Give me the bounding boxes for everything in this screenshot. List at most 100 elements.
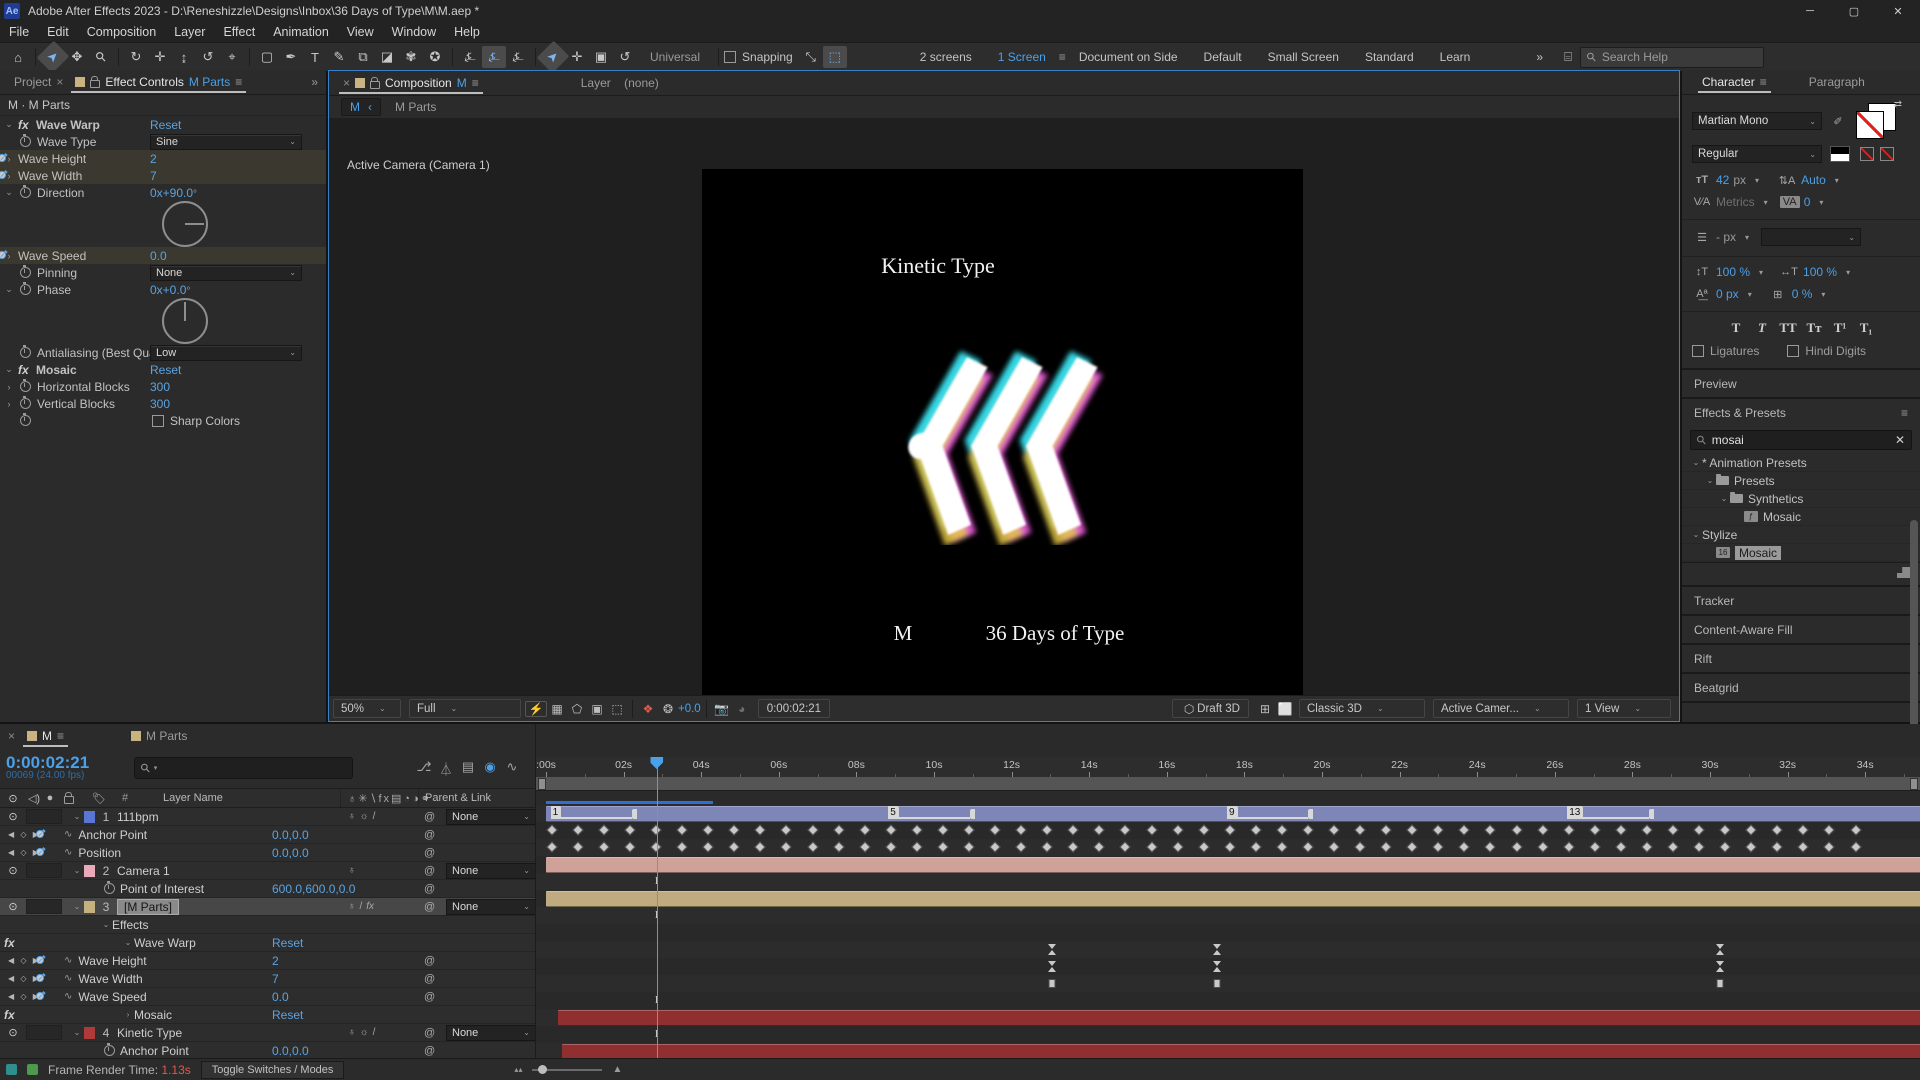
keyframe-diamond[interactable] bbox=[1094, 824, 1105, 835]
layer-switches[interactable]: ♁☼/ bbox=[348, 1027, 375, 1038]
tab-project[interactable]: Project× bbox=[8, 70, 69, 94]
keyframe-diamond[interactable] bbox=[1537, 824, 1548, 835]
keyframe-hold[interactable] bbox=[1716, 961, 1724, 972]
param-dropdown[interactable]: None⌄ bbox=[150, 265, 302, 281]
lock-column-icon[interactable] bbox=[64, 796, 74, 804]
marker-end-flag[interactable] bbox=[1308, 809, 1313, 819]
keyframe-hold[interactable] bbox=[1716, 944, 1724, 955]
rotate-gizmo-icon[interactable]: ↺ bbox=[613, 46, 637, 68]
keyframe-diamond[interactable] bbox=[1850, 841, 1861, 852]
keyframe-diamond[interactable] bbox=[1146, 841, 1157, 852]
keyframe-diamond[interactable] bbox=[1563, 824, 1574, 835]
keyframe-diamond[interactable] bbox=[1693, 841, 1704, 852]
reset-link[interactable]: Reset bbox=[272, 936, 303, 950]
effects-presets-header[interactable]: Effects & Presets≡ bbox=[1682, 399, 1920, 426]
keyframe-diamond[interactable] bbox=[1433, 824, 1444, 835]
layer-duration-bar[interactable] bbox=[546, 857, 1920, 873]
keyframe-diamond[interactable] bbox=[1537, 841, 1548, 852]
keyframe-diamond[interactable] bbox=[1407, 824, 1418, 835]
property-row-anchor-point[interactable]: ◀ ◇ ▶∿Anchor Point0.0,0.0@ bbox=[0, 826, 535, 844]
switch-icon[interactable]: / bbox=[360, 901, 363, 912]
property-name[interactable]: Wave Speed bbox=[78, 990, 146, 1004]
stroke-caret[interactable]: ▾ bbox=[1745, 233, 1749, 242]
new-folder-icon[interactable] bbox=[1897, 567, 1910, 578]
param-horizontal-blocks[interactable]: ›Horizontal Blocks300 bbox=[0, 378, 326, 395]
marker-end-flag[interactable] bbox=[970, 809, 975, 819]
switch-icon[interactable]: ♁ bbox=[348, 865, 356, 876]
current-timecode[interactable]: 0:00:02:21 bbox=[6, 755, 126, 770]
keyframe-diamond[interactable] bbox=[1276, 841, 1287, 852]
parent-link-dropdown[interactable]: None⌄ bbox=[446, 1025, 536, 1041]
keyframe-diamond[interactable] bbox=[572, 841, 583, 852]
track-row-10[interactable] bbox=[536, 975, 1920, 993]
param-value[interactable]: 0x+90.0° bbox=[150, 186, 197, 200]
keyframe-diamond[interactable] bbox=[1381, 824, 1392, 835]
status-icon-db[interactable] bbox=[6, 1064, 17, 1075]
keyframe-diamond[interactable] bbox=[703, 824, 714, 835]
switch-icon[interactable]: ♁ bbox=[348, 1027, 356, 1038]
property-value[interactable]: 0.0 bbox=[272, 990, 289, 1004]
scale-gizmo-icon[interactable]: ▣ bbox=[589, 46, 613, 68]
keyframe-diamond[interactable] bbox=[833, 824, 844, 835]
position-gizmo-icon[interactable]: ✛ bbox=[565, 46, 589, 68]
pickwhip-icon[interactable]: @ bbox=[424, 883, 435, 895]
keyframe-diamond[interactable] bbox=[807, 824, 818, 835]
tracker-panel-header[interactable]: Tracker bbox=[1682, 587, 1920, 614]
solo-column-icon[interactable]: ● bbox=[42, 792, 58, 804]
keyframe-diamond[interactable] bbox=[1120, 824, 1131, 835]
selection-mini-icon[interactable]: ➤ bbox=[537, 41, 570, 74]
pickwhip-icon[interactable]: @ bbox=[424, 847, 435, 859]
layer-duration-bar[interactable] bbox=[546, 891, 1920, 907]
faux-bold-button[interactable]: T bbox=[1723, 320, 1749, 336]
keyframe-hold[interactable] bbox=[1213, 944, 1221, 955]
keyframe-diamond[interactable] bbox=[1354, 824, 1365, 835]
keyframe-diamond[interactable] bbox=[1015, 824, 1026, 835]
keyframe-diamond[interactable] bbox=[1172, 824, 1183, 835]
keyframe-diamond[interactable] bbox=[963, 824, 974, 835]
param-dropdown[interactable]: Sine⌄ bbox=[150, 134, 302, 150]
keyframe-diamond[interactable] bbox=[1146, 824, 1157, 835]
close-button[interactable]: ✕ bbox=[1876, 0, 1920, 22]
label-color-swatch[interactable] bbox=[84, 1027, 95, 1039]
layer-row-kinetic-type[interactable]: ⊙⌄4Kinetic Type♁☼/@None⌄ bbox=[0, 1024, 535, 1042]
layer-row-camera-1[interactable]: ⊙⌄2Camera 1♁@None⌄ bbox=[0, 862, 535, 880]
menu-view[interactable]: View bbox=[338, 25, 383, 39]
keyframe-diamond[interactable] bbox=[1068, 824, 1079, 835]
timeline-zoom-out-icon[interactable]: ▴▴ bbox=[514, 1065, 522, 1074]
property-name[interactable]: Anchor Point bbox=[120, 1044, 189, 1058]
stroke-style-dropdown[interactable]: ⌄ bbox=[1761, 228, 1861, 246]
parent-pickwhip-icon[interactable]: @ bbox=[424, 811, 435, 823]
stopwatch-icon[interactable] bbox=[104, 1045, 115, 1056]
keyframe-hold[interactable] bbox=[1213, 961, 1221, 972]
tsume-caret[interactable]: ▾ bbox=[1821, 290, 1825, 299]
keyframe-diamond[interactable] bbox=[911, 841, 922, 852]
clear-search-icon[interactable]: ✕ bbox=[1895, 433, 1905, 447]
keyframe-diamond[interactable] bbox=[1746, 824, 1757, 835]
param-value[interactable]: 300 bbox=[150, 380, 170, 394]
keyframe-diamond[interactable] bbox=[1015, 841, 1026, 852]
keyframe-diamond[interactable] bbox=[1693, 824, 1704, 835]
tree-item-synthetics[interactable]: ⌄Synthetics bbox=[1682, 490, 1920, 508]
keyframe-diamond[interactable] bbox=[1407, 841, 1418, 852]
stopwatch-icon[interactable] bbox=[104, 883, 115, 894]
type-tool-icon[interactable]: T bbox=[303, 46, 327, 68]
track-row-1[interactable] bbox=[536, 822, 1920, 840]
switch-icon[interactable]: ♁ bbox=[348, 901, 356, 912]
layer-name[interactable]: Kinetic Type bbox=[117, 1026, 182, 1040]
track-row-0[interactable]: 15913 bbox=[536, 805, 1920, 823]
font-style-dropdown[interactable]: Regular⌄ bbox=[1692, 145, 1822, 163]
graph-editor-icon[interactable]: ∿ bbox=[501, 759, 523, 778]
parent-pickwhip-icon[interactable]: @ bbox=[424, 1027, 435, 1039]
twirl-icon[interactable]: ⌄ bbox=[1704, 476, 1716, 485]
keyframe-diamond[interactable] bbox=[546, 841, 557, 852]
parent-link-dropdown[interactable]: None⌄ bbox=[446, 863, 536, 879]
superscript-button[interactable]: T¹ bbox=[1827, 320, 1853, 336]
workspace-2-screens[interactable]: 2 screens bbox=[907, 50, 985, 64]
label-color-swatch[interactable] bbox=[84, 901, 95, 913]
font-size-value[interactable]: 42 bbox=[1716, 173, 1729, 187]
layer-marker[interactable]: 5 bbox=[888, 806, 899, 819]
property-name[interactable]: Position bbox=[78, 846, 121, 860]
param-value[interactable]: 0x+0.0° bbox=[150, 283, 190, 297]
tab-timeline-mparts[interactable]: M Parts bbox=[125, 724, 193, 748]
param-direction[interactable]: ⌄Direction0x+90.0° bbox=[0, 184, 326, 201]
